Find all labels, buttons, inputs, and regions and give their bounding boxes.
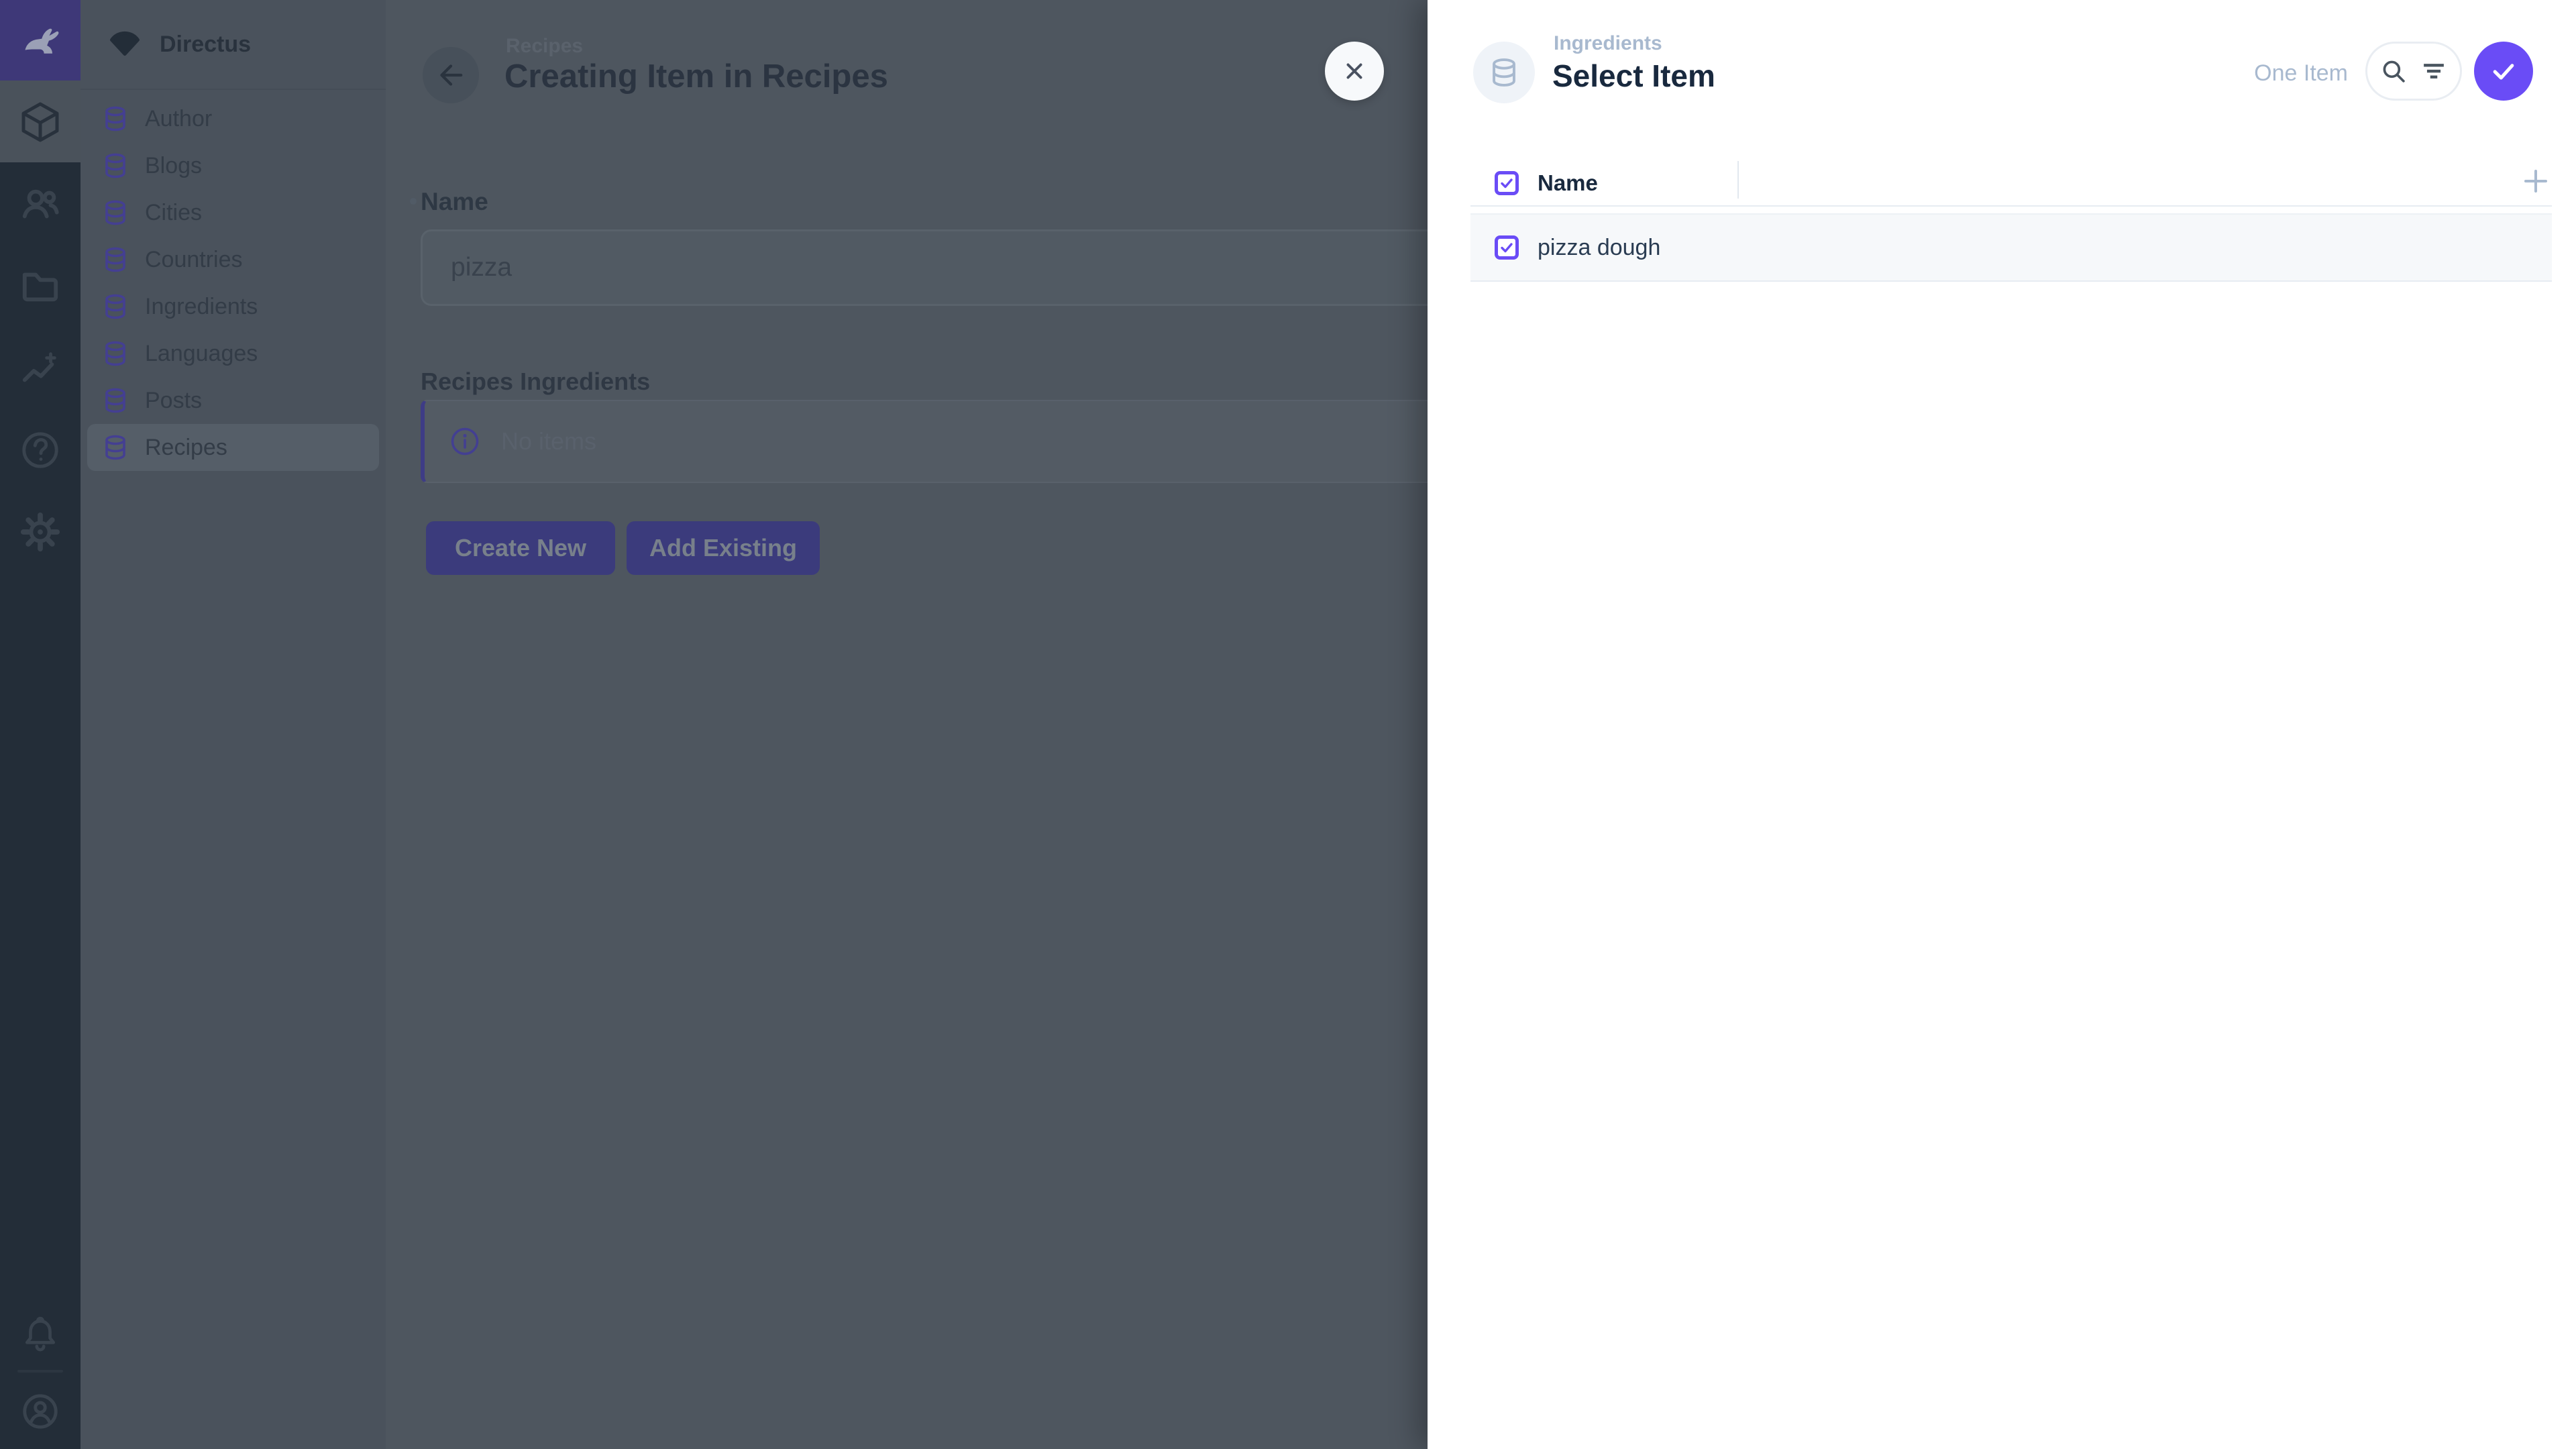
row-checkbox[interactable] (1495, 235, 1519, 260)
project-name: Directus (160, 32, 251, 58)
module-help[interactable] (0, 409, 80, 491)
column-divider (1737, 161, 1739, 199)
create-new-button[interactable]: Create New (426, 521, 615, 575)
module-settings[interactable] (0, 491, 80, 573)
drawer-title: Select Item (1552, 58, 1715, 94)
module-bar-divider (17, 1370, 63, 1373)
sidebar-item-label: Cities (145, 200, 202, 226)
filter-icon[interactable] (2420, 57, 2448, 85)
close-icon (1342, 58, 1367, 84)
project-wedge-icon (107, 31, 142, 58)
database-icon (102, 387, 129, 414)
sidebar-item-posts[interactable]: Posts (87, 377, 379, 424)
sidebar-item-label: Author (145, 106, 212, 132)
app-window: Directus Author Blogs (0, 0, 2576, 1449)
sidebar-item-label: Languages (145, 341, 258, 367)
required-dot (410, 198, 417, 205)
main-content: Recipes Creating Item in Recipes Name Re… (386, 0, 1432, 1449)
table-row[interactable]: pizza dough (1470, 213, 2552, 282)
back-button[interactable] (423, 47, 479, 103)
database-icon (102, 293, 129, 320)
project-header[interactable]: Directus (80, 0, 386, 90)
database-icon (1489, 57, 1519, 88)
module-content[interactable] (0, 80, 80, 162)
collection-badge (1473, 42, 1535, 103)
account-icon (19, 1391, 61, 1432)
no-items-message: No items (501, 427, 596, 455)
database-icon (102, 246, 129, 273)
table-header-underline (1470, 205, 2552, 207)
sidebar-item-blogs[interactable]: Blogs (87, 142, 379, 189)
content-cube-icon (19, 100, 62, 143)
sidebar-item-cities[interactable]: Cities (87, 189, 379, 236)
select-all-checkbox[interactable] (1495, 171, 1519, 195)
insights-chart-icon (19, 347, 61, 389)
help-icon (19, 429, 61, 471)
check-icon (2489, 56, 2518, 86)
module-insights[interactable] (0, 327, 80, 409)
drawer-collection-label: Ingredients (1554, 32, 1662, 55)
sidebar-item-languages[interactable]: Languages (87, 330, 379, 377)
directus-logo[interactable] (0, 0, 80, 80)
notifications-bell-icon (20, 1315, 60, 1355)
database-icon (102, 152, 129, 179)
database-icon (102, 340, 129, 367)
sidebar-item-label: Blogs (145, 153, 202, 179)
column-header-name[interactable]: Name (1538, 170, 1598, 196)
sidebar-item-label: Countries (145, 247, 243, 273)
notifications-button[interactable] (0, 1298, 80, 1372)
table-header-row: Name (1470, 161, 2552, 205)
select-item-drawer: Ingredients Select Item One Item (1428, 0, 2576, 1449)
sidebar-item-label: Recipes (145, 435, 227, 461)
users-icon (19, 184, 61, 225)
confirm-selection-button[interactable] (2474, 42, 2533, 101)
name-field-label: Name (421, 188, 488, 216)
relation-empty-panel: No items (421, 400, 1494, 483)
add-column-button[interactable] (2516, 161, 2556, 201)
database-icon (102, 199, 129, 226)
search-filter-group (2365, 42, 2462, 101)
arrow-left-icon (436, 60, 466, 90)
plus-icon (2521, 166, 2551, 196)
database-icon (102, 434, 129, 461)
files-folder-icon (19, 266, 61, 307)
settings-gear-icon (19, 511, 61, 553)
module-users[interactable] (0, 164, 80, 246)
sidebar-item-countries[interactable]: Countries (87, 236, 379, 283)
sidebar-item-label: Ingredients (145, 294, 258, 320)
sidebar-item-ingredients[interactable]: Ingredients (87, 283, 379, 330)
info-icon (450, 427, 480, 456)
account-button[interactable] (0, 1375, 80, 1448)
module-files[interactable] (0, 246, 80, 327)
add-existing-button[interactable]: Add Existing (627, 521, 820, 575)
selection-count: One Item (2254, 60, 2348, 87)
rabbit-logo-icon (16, 16, 64, 64)
navigation-sidebar: Directus Author Blogs (80, 0, 386, 1449)
breadcrumb[interactable]: Recipes (506, 35, 583, 58)
sidebar-item-author[interactable]: Author (87, 95, 379, 142)
recipes-ingredients-label: Recipes Ingredients (421, 368, 650, 396)
page-title: Creating Item in Recipes (504, 58, 888, 95)
sidebar-item-recipes[interactable]: Recipes (87, 424, 379, 471)
search-icon[interactable] (2379, 57, 2408, 85)
module-bar (0, 0, 80, 1449)
close-drawer-button[interactable] (1325, 42, 1384, 101)
sidebar-item-label: Posts (145, 388, 202, 414)
database-icon (102, 105, 129, 132)
name-input[interactable] (421, 229, 1494, 306)
row-item-name: pizza dough (1538, 235, 1660, 261)
